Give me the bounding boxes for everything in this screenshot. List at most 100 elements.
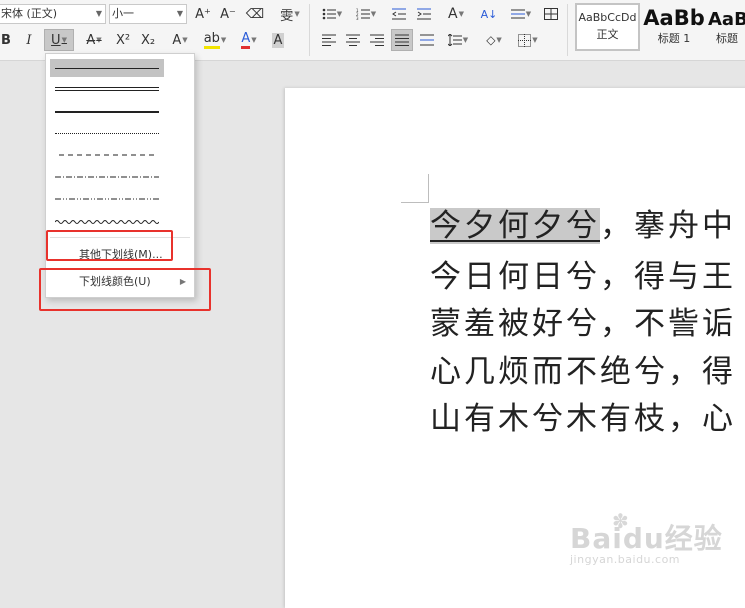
align-right-button[interactable] [366, 29, 388, 51]
chevron-down-icon: ▼ [176, 9, 183, 18]
underline-style-dash-dot-dot[interactable] [55, 193, 159, 205]
margin-corner-mark [428, 174, 429, 203]
shrink-font-icon: A⁻ [220, 6, 236, 22]
underline-style-thick[interactable] [55, 105, 159, 117]
underline-style-dash-dot[interactable] [55, 171, 159, 183]
document-line[interactable]: 今日何日兮，得与王 [430, 257, 736, 297]
decrease-indent-button[interactable] [388, 3, 410, 25]
italic-icon: I [26, 32, 32, 48]
align-left-icon [322, 34, 336, 46]
paint-bucket-icon: ◇ [486, 33, 496, 47]
borders-icon [518, 33, 532, 47]
watermark: ✽ Baidu经验 jingyan.baidu.com [570, 509, 723, 566]
highlight-button[interactable]: ab ▼ [199, 29, 231, 51]
svg-text:3: 3 [356, 16, 359, 20]
shrink-font-button[interactable]: A⁻ [217, 3, 239, 25]
style-normal[interactable]: AaBbCcDd 正文 [575, 3, 640, 51]
distribute-icon [420, 34, 434, 46]
superscript-icon: X² [115, 32, 131, 48]
ribbon-divider [567, 4, 568, 56]
subscript-icon: X₂ [140, 32, 156, 48]
annotation-box-more-underlines [46, 230, 173, 261]
underline-icon: U [51, 32, 61, 48]
text-effects-icon: A [172, 32, 182, 48]
underline-style-double[interactable] [55, 83, 159, 95]
font-color-icon: A [241, 31, 251, 49]
font-size-value: 小一 [112, 7, 134, 20]
font-name-value: 宋体 (正文) [1, 7, 58, 20]
selected-text[interactable]: 今夕何夕兮 [430, 208, 600, 244]
clear-format-button[interactable]: ⌫ [244, 3, 266, 25]
line-spacing-icon [447, 34, 462, 46]
document-line[interactable]: 今夕何夕兮，搴舟中 [430, 206, 736, 246]
table-button[interactable] [540, 3, 562, 25]
underline-style-dashed[interactable] [55, 149, 159, 161]
align-right-icon [370, 34, 384, 46]
watermark-text: Baidu经验 [570, 522, 723, 555]
shading-button[interactable]: ◇ ▼ [480, 29, 508, 51]
bullet-list-button[interactable]: ▼ [318, 3, 346, 25]
style-sample: AaBb [643, 6, 705, 30]
spacing-icon [510, 9, 525, 19]
underline-dropdown-menu: 其他下划线(M)... 下划线颜色(U) ▶ [45, 53, 195, 298]
align-center-icon [346, 34, 360, 46]
numbered-list-button[interactable]: 1 2 3 ▼ [352, 3, 380, 25]
paw-icon: ✽ [612, 509, 629, 533]
ribbon-divider [309, 4, 310, 56]
align-center-button[interactable] [342, 29, 364, 51]
style-label: 标题 [716, 32, 738, 45]
chevron-down-icon: ▼ [95, 9, 102, 18]
font-name-combo[interactable]: 宋体 (正文) ▼ [0, 4, 106, 24]
line-spacing-button[interactable]: ▼ [443, 29, 473, 51]
italic-button[interactable]: I [18, 29, 40, 51]
underline-style-single[interactable] [50, 59, 164, 77]
bullet-list-icon [322, 8, 336, 20]
document-line[interactable]: 蒙羞被好兮，不訾诟 [430, 304, 736, 344]
subscript-button[interactable]: X₂ [137, 29, 159, 51]
grow-font-button[interactable]: A⁺ [192, 3, 214, 25]
underline-style-wave[interactable] [55, 215, 159, 227]
numbered-list-icon: 123 [356, 8, 370, 20]
margin-corner-mark [401, 202, 429, 203]
annotation-box-underline-color [39, 268, 211, 311]
justify-button[interactable] [391, 29, 413, 51]
bold-button[interactable]: B [0, 29, 17, 51]
underline-button[interactable]: U ▼ [44, 29, 74, 51]
decrease-indent-icon [392, 8, 406, 20]
style-label: 正文 [596, 28, 619, 41]
document-line[interactable]: 山有木兮木有枝，心 [430, 399, 736, 439]
style-sample: AaB [708, 9, 745, 30]
increase-indent-icon [417, 8, 431, 20]
increase-indent-button[interactable] [413, 3, 435, 25]
style-sample: AaBbCcDd [578, 11, 637, 24]
highlighter-icon: ab [203, 31, 220, 49]
font-color-button[interactable]: A ▼ [234, 29, 264, 51]
distributed-button[interactable] [416, 29, 438, 51]
change-case-button[interactable]: A ▼ [441, 3, 471, 25]
document-line[interactable]: 心几烦而不绝兮，得 [430, 352, 736, 392]
phonetic-icon: 雯 [280, 8, 294, 24]
text-effects-button[interactable]: A ▼ [166, 29, 194, 51]
font-size-combo[interactable]: 小一 ▼ [109, 4, 187, 24]
justify-icon [395, 34, 409, 46]
style-heading[interactable]: AaB 标题 [707, 3, 745, 51]
change-case-icon: A [448, 6, 458, 22]
line-spacing-options-button[interactable]: ▼ [507, 3, 535, 25]
align-left-button[interactable] [318, 29, 340, 51]
phonetic-guide-button[interactable]: 雯 ▼ [276, 3, 304, 25]
superscript-button[interactable]: X² [112, 29, 134, 51]
eraser-icon: ⌫ [245, 6, 265, 22]
sort-button[interactable]: A↓ [478, 3, 500, 25]
char-shading-button[interactable]: A [267, 29, 289, 51]
strikethrough-icon: A [86, 32, 96, 48]
underline-style-dotted[interactable] [55, 127, 159, 139]
table-icon [544, 8, 558, 20]
borders-button[interactable]: ▼ [514, 29, 542, 51]
style-label: 标题 1 [657, 32, 691, 45]
bold-icon: B [1, 32, 11, 48]
grow-font-icon: A⁺ [195, 6, 211, 22]
strikethrough-button[interactable]: A ▼ [80, 29, 108, 51]
char-shading-icon: A [271, 32, 285, 48]
sort-icon: A↓ [480, 7, 498, 21]
style-heading-1[interactable]: AaBb 标题 1 [642, 3, 706, 51]
